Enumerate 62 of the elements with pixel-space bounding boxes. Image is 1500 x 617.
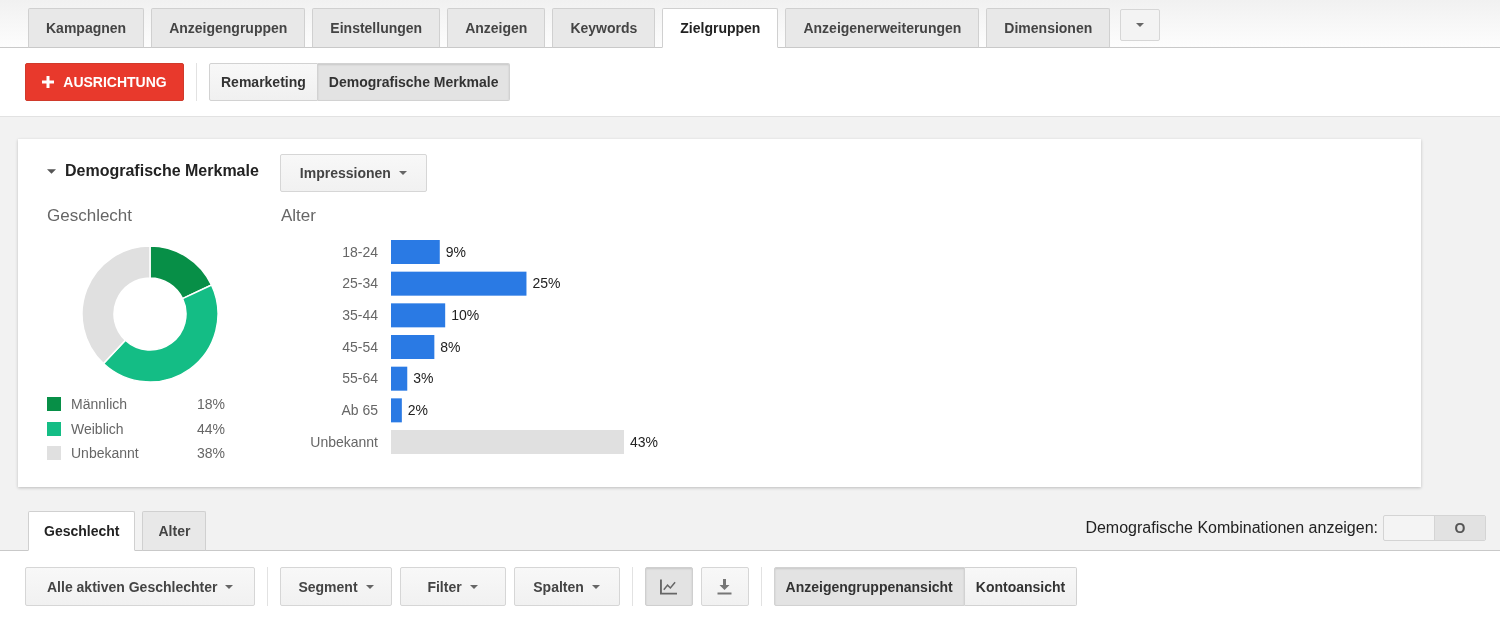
bar-value-label: 9% — [445, 243, 466, 260]
legend-label: Männlich — [71, 396, 129, 413]
bar-value-label: 3% — [413, 370, 434, 387]
age-label: 45-54 — [342, 338, 378, 355]
age-label: 55-64 — [342, 370, 378, 387]
bar-value-label: 10% — [451, 307, 480, 324]
line-chart-icon — [660, 578, 678, 595]
tab[interactable]: Anzeigengruppen — [151, 8, 306, 48]
dropdown-button[interactable]: Spalten — [513, 567, 620, 606]
tab[interactable]: Kampagnen — [28, 8, 145, 48]
view-toggle-button[interactable]: Kontoansicht — [964, 567, 1078, 606]
tab[interactable]: Alter — [142, 511, 207, 551]
metric-dropdown[interactable]: Impressionen — [279, 154, 427, 192]
legend-value: 38% — [196, 445, 225, 462]
age-label: 18-24 — [342, 243, 378, 260]
dropdown-button[interactable]: Filter — [399, 567, 506, 606]
legend-label: Unbekannt — [71, 445, 140, 462]
caret-icon — [591, 584, 600, 589]
view-toggle-button[interactable]: Anzeigengruppenansicht — [773, 567, 965, 606]
dropdown-button[interactable]: Segment — [280, 567, 392, 606]
bar-value-label: 2% — [407, 402, 429, 419]
view-toggle-button[interactable]: Demografische Merkmale — [317, 63, 511, 101]
chart-title: Alter — [281, 206, 316, 226]
caret-icon — [469, 584, 478, 589]
view-toggle-button[interactable]: Remarketing — [209, 63, 318, 101]
age-label: Unbekannt — [310, 433, 378, 450]
bar-value-label: 43% — [630, 433, 658, 450]
toggle-switch[interactable]: O — [1383, 515, 1486, 541]
caret-icon — [365, 584, 374, 589]
tab[interactable]: Zielgruppen — [662, 8, 779, 48]
legend-value: 44% — [196, 420, 225, 437]
chart-title: Geschlecht — [47, 206, 133, 226]
toggle-label: Demografische Kombinationen anzeigen: — [1085, 519, 1378, 537]
caret-icon[interactable] — [47, 168, 56, 174]
add-targeting-button[interactable]: AUSRICHTUNG — [25, 63, 184, 101]
tab[interactable]: Anzeigenerweiterungen — [785, 8, 980, 48]
dropdown-button[interactable]: Alle aktiven Geschlechter — [25, 567, 256, 606]
tab[interactable]: Dimensionen — [986, 8, 1111, 48]
legend-label: Weiblich — [71, 420, 125, 437]
bar — [391, 240, 440, 264]
chart-button[interactable] — [644, 567, 693, 606]
bar-value-label: 8% — [440, 338, 461, 355]
caret-icon — [398, 171, 407, 175]
bar — [391, 398, 402, 423]
download-icon — [716, 578, 734, 595]
bar-value-label: 25% — [532, 275, 561, 292]
caret-icon — [1136, 23, 1145, 27]
panel-title: Demografische Merkmale — [65, 162, 259, 180]
bar — [391, 303, 446, 328]
age-label: Ab 65 — [341, 402, 378, 419]
plus-icon — [42, 76, 55, 88]
bar — [391, 335, 435, 359]
tab[interactable]: Anzeigen — [447, 8, 546, 48]
legend-value: 18% — [196, 396, 225, 413]
tab[interactable]: Geschlecht — [28, 511, 136, 551]
age-label: 25-34 — [342, 275, 378, 292]
caret-icon — [225, 584, 234, 589]
tab[interactable]: Keywords — [552, 8, 656, 48]
bar — [391, 366, 408, 391]
download-button[interactable] — [700, 567, 749, 606]
tab[interactable]: Einstellungen — [312, 8, 441, 48]
age-label: 35-44 — [342, 307, 378, 324]
